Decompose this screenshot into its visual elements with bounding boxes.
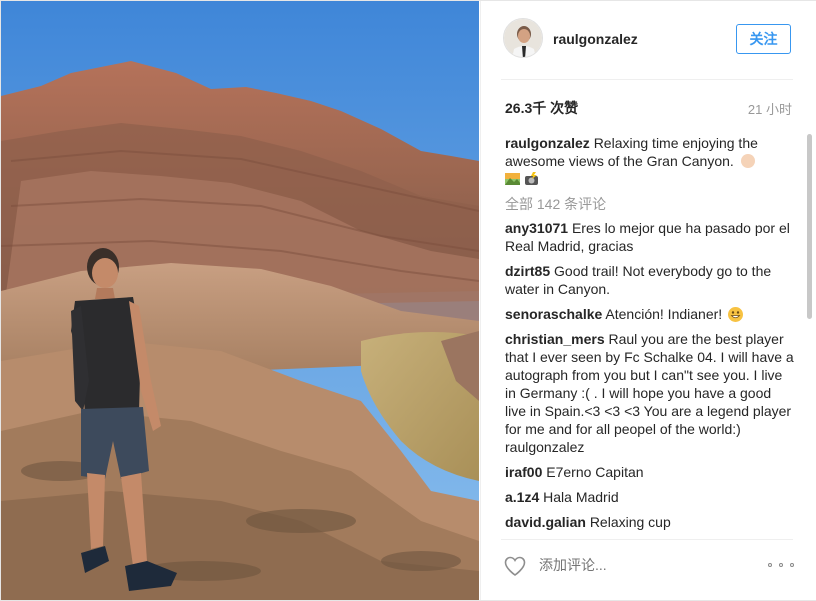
add-comment-input[interactable]: [539, 557, 719, 573]
more-dot: [779, 563, 783, 567]
comment-username[interactable]: senoraschalke: [505, 306, 602, 322]
follow-button[interactable]: 关注: [736, 24, 791, 54]
comment-text: Relaxing cup: [589, 514, 671, 530]
post-details-panel: raulgonzalez 关注 26.3千 次赞 21 小时 raulgonza…: [480, 1, 816, 600]
more-options-icon[interactable]: [768, 557, 794, 573]
comment-text: Raul you are the best player that I ever…: [505, 331, 794, 455]
comment-item: david.galian Relaxing cup: [505, 513, 795, 531]
canyon-photo: [1, 1, 479, 600]
grinning-emoji-icon: [728, 307, 744, 322]
view-all-comments-link[interactable]: 全部 142 条评论: [505, 195, 795, 213]
username-link[interactable]: raulgonzalez: [553, 31, 638, 47]
comments-scrollbar[interactable]: [807, 134, 812, 319]
comment-text: E7erno Capitan: [546, 464, 644, 480]
comment-item: senoraschalke Atención! Indianer!: [505, 305, 795, 323]
caption-username[interactable]: raulgonzalez: [505, 135, 590, 151]
comment-username[interactable]: any31071: [505, 220, 568, 236]
comment-username[interactable]: david.galian: [505, 514, 586, 530]
comments-list: raulgonzalez Relaxing time enjoying the …: [505, 134, 795, 532]
comment-item: any31071 Eres lo mejor que ha pasado por…: [505, 219, 795, 255]
likes-count[interactable]: 26.3千 次赞: [505, 98, 578, 118]
comment-item: dzirt85 Good trail! Not everybody go to …: [505, 262, 795, 298]
heart-icon[interactable]: [503, 554, 527, 578]
post-photo[interactable]: [1, 1, 479, 600]
ok-hand-emoji-icon: [740, 154, 755, 168]
more-dot: [768, 563, 772, 567]
more-dot: [790, 563, 794, 567]
caption: raulgonzalez Relaxing time enjoying the …: [505, 134, 795, 188]
post-timestamp[interactable]: 21 小时: [748, 99, 792, 118]
comment-username[interactable]: a.1z4: [505, 489, 539, 505]
comment-username[interactable]: dzirt85: [505, 263, 550, 279]
comment-item: christian_mers Raul you are the best pla…: [505, 330, 795, 456]
comment-username[interactable]: christian_mers: [505, 331, 605, 347]
footer-divider: [501, 539, 793, 540]
landscape-emoji-icon: [505, 172, 520, 186]
comment-text: Hala Madrid: [543, 489, 619, 505]
comment-item: a.1z4 Hala Madrid: [505, 488, 795, 506]
avatar[interactable]: [503, 18, 543, 58]
post-header: raulgonzalez 关注: [481, 1, 816, 79]
comment-text: Atención! Indianer!: [605, 306, 723, 322]
camera-flash-emoji-icon: [524, 172, 539, 186]
comment-item: iraf00 E7erno Capitan: [505, 463, 795, 481]
header-divider: [501, 79, 793, 80]
comment-username[interactable]: iraf00: [505, 464, 542, 480]
